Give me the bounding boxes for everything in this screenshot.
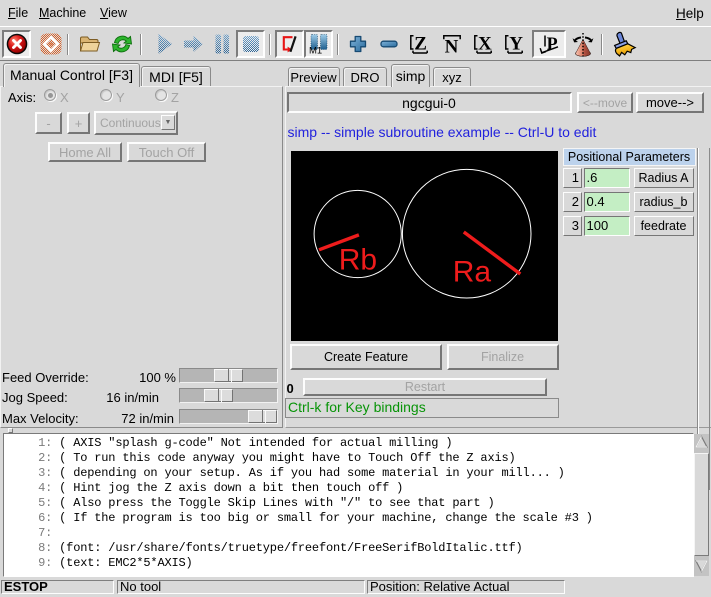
svg-text:Ra: Ra (453, 256, 492, 289)
svg-text:Rb: Rb (339, 244, 377, 277)
svg-text:Y: Y (509, 34, 523, 55)
svg-text:M1: M1 (309, 46, 322, 56)
svg-text:N: N (444, 37, 458, 56)
svg-text:P: P (547, 34, 558, 54)
svg-text:Z: Z (414, 34, 427, 55)
svg-text:X: X (478, 34, 492, 55)
